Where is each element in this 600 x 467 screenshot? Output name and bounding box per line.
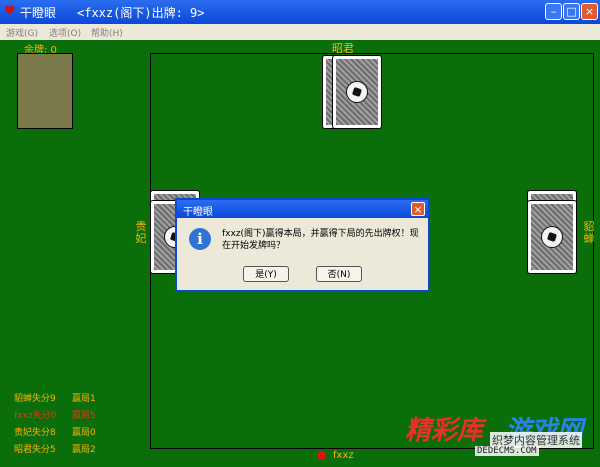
turn-indicator-icon (317, 451, 326, 460)
menu-options[interactable]: 选项(O) (49, 26, 81, 39)
left-player-name: 贵妃 (135, 220, 147, 245)
card-back-pattern (336, 59, 378, 125)
card-back-pattern (531, 204, 573, 270)
score-item: 貂蝉失分9 (14, 394, 56, 404)
score-item: 贵妃失分8 (14, 428, 56, 438)
close-button[interactable]: × (581, 3, 598, 20)
card-deck[interactable] (17, 53, 73, 129)
soccer-ball-icon (346, 81, 368, 103)
minimize-button[interactable]: – (545, 3, 562, 20)
win-count: 赢局5 (72, 411, 96, 421)
turn-status: <fxxz(阁下)出牌: 9> (77, 6, 205, 20)
minimize-icon: – (550, 5, 557, 18)
current-player-name: fxxz (333, 450, 354, 461)
app-title: 干瞪眼 (20, 6, 57, 20)
card-back (332, 55, 382, 129)
info-icon: i (189, 228, 211, 250)
menu-help[interactable]: 帮助(H) (91, 26, 123, 39)
no-button[interactable]: 否(N) (316, 266, 362, 282)
win-count: 赢局2 (72, 445, 96, 455)
right-player-name: 貂蝉 (583, 220, 595, 245)
maximize-button[interactable]: □ (563, 3, 580, 20)
win-count: 赢局0 (72, 428, 96, 438)
dialog-title: 干瞪眼 (183, 207, 213, 218)
dialog-title-bar: 干瞪眼 × (177, 200, 428, 218)
score-item: 昭君失分5 (14, 445, 56, 455)
close-icon: × (413, 202, 423, 216)
dialog-close-button[interactable]: × (411, 202, 425, 216)
watermark-text: DEDECMS.COM (475, 446, 539, 456)
score-item: fxxz失分0 (14, 411, 57, 421)
maximize-icon: □ (566, 5, 577, 18)
title-bar: ♥ 干瞪眼 <fxxz(阁下)出牌: 9> – □ × (0, 0, 600, 24)
soccer-ball-icon (541, 226, 563, 248)
watermark-text: 精彩库 (405, 416, 484, 446)
heart-icon: ♥ (4, 4, 16, 19)
yes-button[interactable]: 是(Y) (243, 266, 289, 282)
close-icon: × (584, 5, 595, 18)
win-count: 赢局1 (72, 394, 96, 404)
menu-game[interactable]: 游戏(G) (6, 26, 38, 39)
dialog-message: fxxz(阁下)赢得本局，并赢得下局的先出牌权！现在开始发牌吗？ (222, 229, 419, 251)
card-back (527, 200, 577, 274)
message-dialog: 干瞪眼 × i fxxz(阁下)赢得本局，并赢得下局的先出牌权！现在开始发牌吗？… (175, 198, 430, 292)
menu-bar: 游戏(G) 选项(O) 帮助(H) (0, 24, 600, 40)
